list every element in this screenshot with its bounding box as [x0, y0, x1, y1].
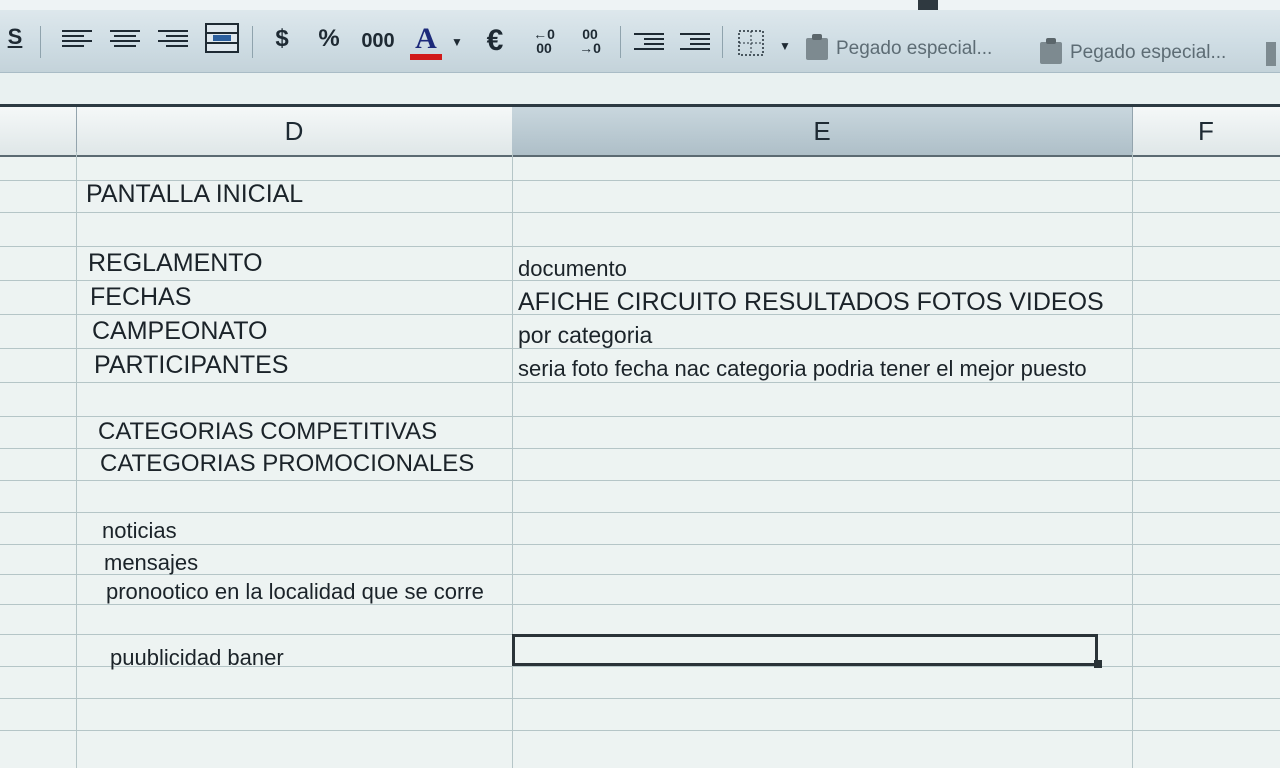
align-left-icon — [62, 29, 92, 47]
toolbar-separator — [620, 26, 621, 58]
clipboard-icon — [806, 34, 828, 60]
cell-d-publicidad[interactable]: puublicidad baner — [110, 645, 284, 671]
align-center-icon — [110, 29, 140, 47]
paste-special-button-1[interactable]: Pegado especial... — [806, 34, 993, 60]
borders-dropdown-arrow-icon[interactable]: ▼ — [778, 36, 792, 56]
cell-d-categorias-competitivas[interactable]: CATEGORIAS COMPETITIVAS — [98, 418, 437, 446]
paste-special-button-2[interactable]: Pegado especial... — [1040, 38, 1227, 64]
increase-indent-button[interactable] — [678, 26, 712, 56]
cell-e-participantes[interactable]: seria foto fecha nac categoria podria te… — [518, 356, 1087, 382]
formatting-toolbar: S $ % 000 A ▼ € ←0 00 00 →0 ▼ Pegado esp… — [0, 0, 1280, 73]
percent-button[interactable]: % — [312, 24, 346, 54]
column-header-f[interactable]: F — [1132, 107, 1280, 155]
align-center-button[interactable] — [108, 24, 142, 52]
column-header-d[interactable]: D — [76, 107, 513, 155]
column-header-row: D E F — [0, 104, 1280, 157]
merge-center-icon — [205, 23, 239, 53]
cell-d-participantes[interactable]: PARTICIPANTES — [94, 351, 288, 380]
cell-d-campeonato[interactable]: CAMPEONATO — [92, 317, 268, 346]
merge-center-button[interactable] — [204, 22, 240, 54]
cell-d-pantalla-inicial[interactable]: PANTALLA INICIAL — [86, 180, 303, 209]
thousands-separator-button[interactable]: 000 — [358, 26, 398, 56]
borders-button[interactable] — [736, 28, 766, 58]
decrease-decimal-button[interactable]: 00 →0 — [572, 24, 608, 58]
cell-d-fechas[interactable]: FECHAS — [90, 283, 191, 312]
column-header-c[interactable] — [0, 107, 77, 155]
row-gridline — [0, 512, 1280, 513]
row-gridline — [0, 730, 1280, 731]
increase-decimal-button[interactable]: ←0 00 — [526, 24, 562, 58]
cell-d-noticias[interactable]: noticias — [102, 518, 177, 544]
row-gridline — [0, 212, 1280, 213]
row-gridline — [0, 416, 1280, 417]
row-gridline — [0, 480, 1280, 481]
euro-button[interactable]: € — [478, 24, 512, 58]
row-gridline — [0, 280, 1280, 281]
toolbar-separator — [40, 26, 41, 58]
cell-e-campeonato[interactable]: por categoria — [518, 322, 652, 349]
borders-icon — [738, 30, 764, 56]
paste-special-label: Pegado especial... — [836, 38, 993, 59]
spreadsheet-grid: D E F PANTALLA INICIAL REGLAMENTO docume… — [0, 104, 1280, 768]
decrease-indent-button[interactable] — [632, 26, 666, 56]
cell-d-pronostico[interactable]: pronootico en la localidad que se corre — [106, 579, 484, 605]
column-gridline — [76, 152, 77, 768]
cell-d-categorias-promocionales[interactable]: CATEGORIAS PROMOCIONALES — [100, 450, 474, 478]
row-gridline — [0, 698, 1280, 699]
column-gridline — [512, 152, 513, 768]
font-color-swatch — [410, 54, 442, 60]
row-gridline — [0, 246, 1280, 247]
currency-button[interactable]: $ — [268, 24, 296, 54]
cell-e-fechas[interactable]: AFICHE CIRCUITO RESULTADOS FOTOS VIDEOS — [518, 288, 1104, 317]
fill-handle[interactable] — [1094, 660, 1102, 668]
font-color-dropdown-arrow-icon[interactable]: ▼ — [450, 32, 464, 52]
clipboard-icon — [1040, 38, 1062, 64]
cell-d-mensajes[interactable]: mensajes — [104, 550, 198, 576]
toolbar-separator — [722, 26, 723, 58]
font-color-button[interactable]: A — [410, 24, 442, 54]
row-gridline — [0, 448, 1280, 449]
row-gridline — [0, 382, 1280, 383]
active-cell-selection[interactable] — [512, 634, 1098, 666]
align-right-icon — [158, 29, 188, 47]
cell-e-reglamento[interactable]: documento — [518, 256, 627, 282]
align-right-button[interactable] — [156, 24, 190, 52]
underline-button[interactable]: S — [4, 22, 26, 52]
cell-d-reglamento[interactable]: REGLAMENTO — [88, 249, 263, 278]
column-gridline — [1132, 152, 1133, 768]
column-header-e[interactable]: E — [512, 107, 1133, 155]
row-gridline — [0, 544, 1280, 545]
toolbar-top-strip — [0, 0, 1280, 10]
toolbar-separator — [252, 26, 253, 58]
toolbar-options-button[interactable] — [918, 0, 938, 10]
paste-special-label: Pegado especial... — [1070, 42, 1227, 63]
decrease-indent-icon — [634, 32, 664, 50]
toolbar-overflow-icon[interactable] — [1262, 40, 1280, 68]
increase-indent-icon — [680, 32, 710, 50]
align-left-button[interactable] — [60, 24, 94, 52]
